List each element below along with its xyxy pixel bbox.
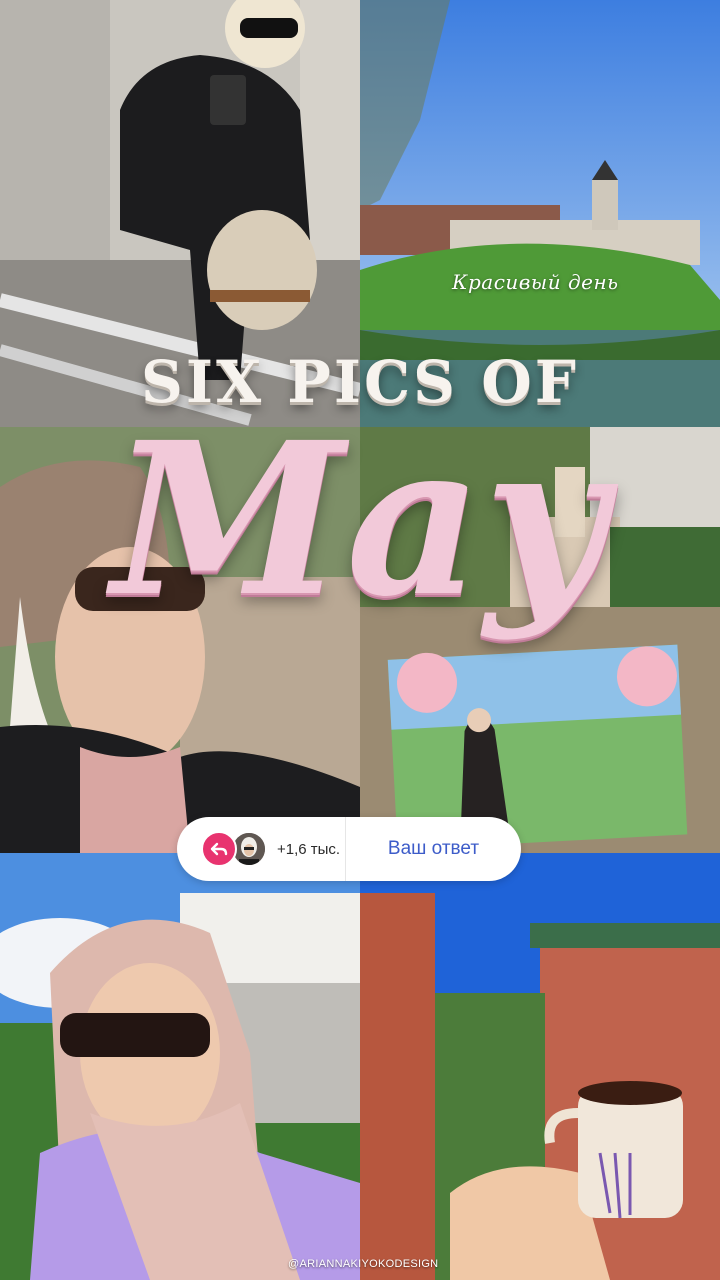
story-screen: Красивый день SIX PICS OF May +1,6 тыс. — [0, 0, 720, 1280]
story-title-main: May — [111, 396, 609, 643]
photo-coffee-city — [360, 853, 720, 1280]
reply-count-area[interactable]: +1,6 тыс. — [177, 817, 345, 881]
watermark: @ARIANNAKIYOKODESIGN — [288, 1258, 439, 1270]
photo-headscarf-selfie — [0, 853, 360, 1280]
reply-arrow-icon — [201, 831, 237, 867]
reply-count: +1,6 тыс. — [277, 840, 341, 858]
your-reply-button[interactable]: Ваш ответ — [346, 838, 521, 860]
photo-caption: Красивый день — [452, 270, 619, 294]
reply-sticker[interactable]: +1,6 тыс. Ваш ответ — [177, 817, 521, 881]
